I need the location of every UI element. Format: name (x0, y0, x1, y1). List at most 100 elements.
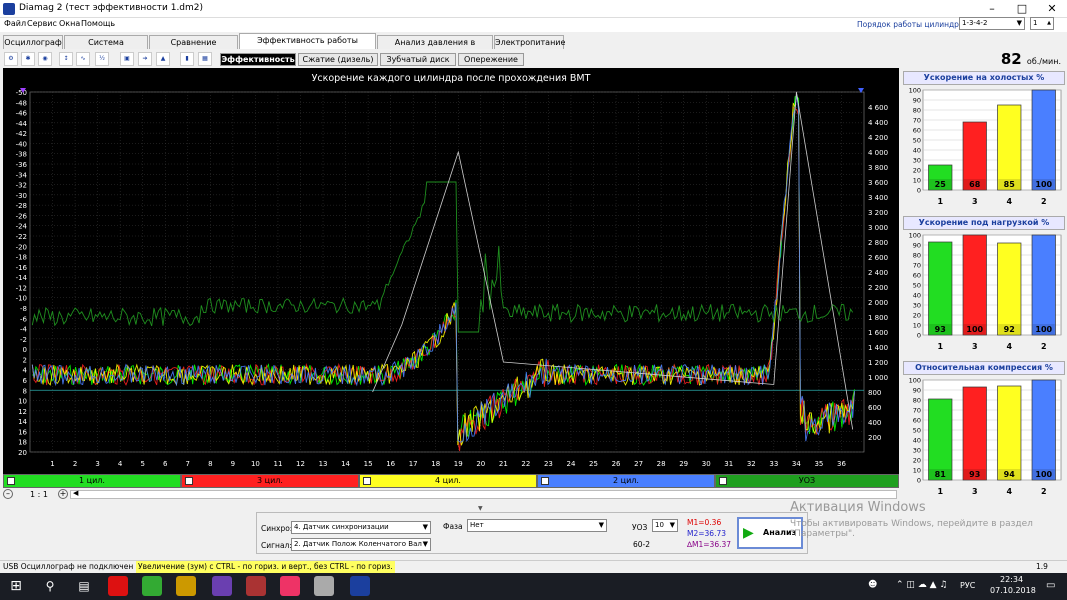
panel-value-label: 68 (969, 180, 981, 189)
clock-time[interactable]: 22:34 (1000, 575, 1023, 584)
panel-tick-label: 10 (913, 177, 921, 185)
signal-select[interactable]: 2. Датчик Полож Коленчатого Вал ▼ (291, 538, 431, 551)
spin-arrows-icon: ▲ (1047, 20, 1051, 26)
tab-pressure-analysis[interactable]: Анализ давления в цилиндре (377, 35, 493, 60)
x-tick-label: 29 (679, 460, 688, 468)
x-tick-label: 1 (50, 460, 54, 468)
utorrent-icon[interactable] (142, 576, 162, 596)
y-tick-label: -32 (16, 182, 27, 190)
y2-tick-label: 400 (868, 419, 881, 427)
panel-tick-label: 0 (917, 187, 921, 195)
y-tick-label: -48 (16, 99, 27, 107)
tab-oscilloscope[interactable]: Осциллограф (3, 35, 63, 49)
subtab-diesel-compression[interactable]: Сжатие (дизель) (298, 53, 378, 66)
zoom-in-icon[interactable]: + (58, 489, 68, 499)
cylinder-order-select[interactable]: 1-3-4-2 ▼ (959, 17, 1025, 30)
panel-tick-label: 70 (913, 262, 921, 270)
opera-icon[interactable] (108, 576, 128, 596)
windows-start-icon[interactable]: ⊞ (6, 576, 26, 596)
cursor-icon[interactable]: ➔ (138, 52, 152, 66)
phase-select[interactable]: Нет ▼ (467, 519, 607, 532)
scale-icon[interactable]: ↕ (59, 52, 73, 66)
subtab-gear-disk[interactable]: Зубчатый диск (380, 53, 456, 66)
idle-acceleration-chart: 10090807060504030201002516838541002 (909, 87, 1062, 206)
settings-icon[interactable]: ▦ (198, 52, 212, 66)
efficiency-chart[interactable]: Ускорение каждого цилиндра после прохожд… (3, 68, 899, 474)
cylinder-order-spin[interactable]: 1 ▲ (1030, 17, 1054, 30)
cylinder-toggles: 1 цил. 3 цил. 4 цил. 2 цил. УОЗ (3, 474, 899, 488)
y-tick-label: 14 (18, 418, 27, 426)
panel-cylinder-label: 4 (1006, 487, 1012, 496)
panel-value-label: 94 (1004, 470, 1016, 479)
panel-cylinder-label: 3 (972, 487, 978, 496)
sync-select[interactable]: 4. Датчик синхронизации ▼ (291, 521, 431, 534)
tab-ignition[interactable]: Система зажигания (64, 35, 148, 60)
series-cylinder-3 (31, 94, 855, 446)
scroll-left-icon[interactable]: ◀ (73, 489, 78, 497)
y-tick-label: 16 (18, 428, 27, 436)
subtab-advance[interactable]: Опережение (458, 53, 524, 66)
sensor-icon[interactable]: ◉ (38, 52, 52, 66)
cylinder-toggle-3[interactable]: 3 цил. (181, 474, 359, 488)
cylinder-toggle-2[interactable]: 2 цил. (537, 474, 715, 488)
horizontal-scrollbar[interactable]: ◀ (70, 489, 897, 499)
zoom-out-icon[interactable]: – (3, 489, 13, 499)
cylinder-toggle-4[interactable]: 4 цил. (359, 474, 537, 488)
uoz-toggle[interactable]: УОЗ (715, 474, 899, 488)
diamag-taskbar-icon[interactable] (350, 576, 370, 596)
y2-tick-label: 600 (868, 404, 881, 412)
x-tick-label: 16 (386, 460, 395, 468)
x-tick-label: 23 (544, 460, 553, 468)
subtab-efficiency[interactable]: Эффективность (220, 53, 296, 66)
x-tick-label: 24 (567, 460, 576, 468)
menu-help[interactable]: Помощь (81, 19, 115, 28)
x-tick-label: 3 (95, 460, 99, 468)
cylinder-toggle-1[interactable]: 1 цил. (3, 474, 181, 488)
search-icon[interactable]: ⚲ (40, 576, 60, 596)
y-tick-label: 4 (23, 367, 28, 375)
explorer-icon[interactable] (314, 576, 334, 596)
panel-cylinder-label: 2 (1041, 342, 1047, 351)
settings-panel: Синхро: 4. Датчик синхронизации ▼ Сигнал:… (256, 512, 808, 554)
y-tick-label: 18 (18, 439, 27, 447)
language-indicator[interactable]: РУС (960, 581, 975, 590)
panel-value-label: 100 (1035, 470, 1052, 479)
panel-tick-label: 100 (909, 87, 921, 95)
x-tick-label: 7 (186, 460, 190, 468)
menu-service[interactable]: Сервис (27, 19, 57, 28)
menu-windows[interactable]: Окна (59, 19, 80, 28)
x-tick-label: 8 (208, 460, 212, 468)
half-icon[interactable]: ½ (95, 52, 109, 66)
task-view-icon[interactable]: ▤ (74, 576, 94, 596)
toolbar: ⚙ ✱ ◉ ↕ ∿ ½ ▣ ➔ ▲ ▮ ▦ Эффективность Сжат… (0, 50, 1067, 68)
tray-icons[interactable]: ⌃ ◫ ☁ ▲ ♫ (896, 580, 947, 590)
wave-icon[interactable]: ∿ (76, 52, 90, 66)
notifications-icon[interactable]: ▭ (1046, 580, 1055, 591)
archiver-icon[interactable] (246, 576, 266, 596)
maps-icon[interactable] (280, 576, 300, 596)
expand-arrow-icon[interactable]: ▼ (478, 505, 488, 512)
panel-tick-label: 80 (913, 107, 921, 115)
tab-cylinder-compare[interactable]: Сравнение цилиндров (149, 35, 238, 60)
tab-cylinder-efficiency[interactable]: Эффективность работы цилиндров (239, 33, 376, 58)
y-tick-label: -4 (20, 326, 28, 334)
people-icon[interactable]: ☻ (868, 580, 877, 590)
visual-studio-icon[interactable] (212, 576, 232, 596)
ignition-icon[interactable]: ✱ (21, 52, 35, 66)
x-tick-label: 27 (634, 460, 643, 468)
menu-file[interactable]: Файл (4, 19, 26, 28)
uoz-select[interactable]: 10 ▼ (652, 519, 678, 532)
channels-icon[interactable]: ⚙ (4, 52, 18, 66)
y-tick-label: 10 (18, 398, 27, 406)
panel-bar (997, 242, 1022, 336)
panel-tick-label: 40 (913, 292, 921, 300)
panel-tick-label: 20 (913, 457, 921, 465)
bars-icon[interactable]: ▮ (180, 52, 194, 66)
tab-power-supply[interactable]: Электропитание (494, 35, 565, 49)
marker-icon[interactable]: ▲ (156, 52, 170, 66)
help-app-icon[interactable] (176, 576, 196, 596)
clock-date[interactable]: 07.10.2018 (990, 586, 1036, 595)
y-tick-label: -34 (16, 171, 28, 179)
y2-tick-label: 2 800 (868, 239, 888, 247)
filter-icon[interactable]: ▣ (120, 52, 134, 66)
